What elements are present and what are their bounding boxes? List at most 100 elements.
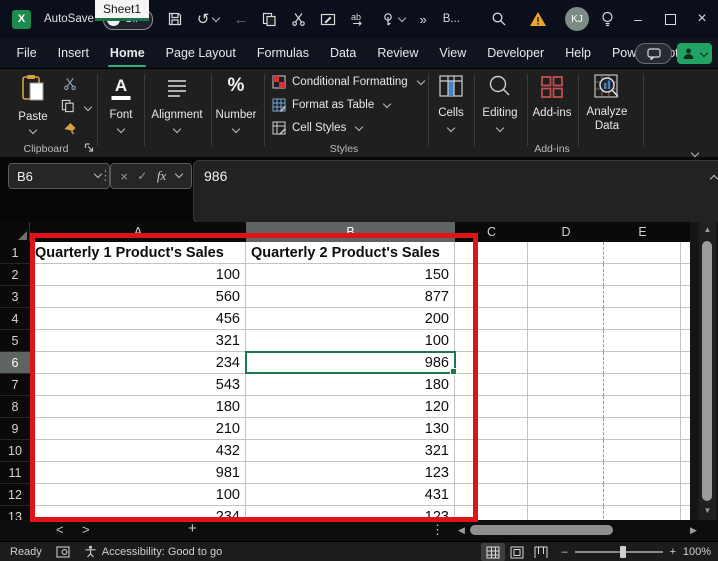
addins-button[interactable] xyxy=(540,75,564,99)
row-header[interactable]: 4 xyxy=(0,308,30,330)
row-header[interactable]: 6 xyxy=(0,352,30,374)
clipboard-dialog-launcher[interactable] xyxy=(85,143,94,152)
prev-sheet-button[interactable]: < xyxy=(56,522,64,537)
row-header[interactable]: 12 xyxy=(0,484,30,506)
cell-e[interactable] xyxy=(604,374,681,396)
cell-f[interactable] xyxy=(681,484,690,506)
tab-insert[interactable]: Insert xyxy=(47,38,99,68)
column-header-d[interactable]: D xyxy=(528,222,605,242)
cell-e[interactable] xyxy=(604,308,681,330)
cell-d[interactable] xyxy=(528,440,604,462)
cell-d[interactable] xyxy=(528,374,604,396)
format-as-table-button[interactable]: Format as Table xyxy=(272,98,390,112)
tab-data[interactable]: Data xyxy=(319,38,366,68)
editing-group-button[interactable] xyxy=(488,74,512,98)
cancel-button[interactable]: × xyxy=(120,169,128,184)
zoom-out-button[interactable]: – xyxy=(561,546,567,558)
hscroll-right-arrow-icon[interactable]: ▶ xyxy=(690,525,697,536)
horizontal-scrollbar-thumb[interactable] xyxy=(470,525,613,535)
select-all-corner[interactable] xyxy=(0,222,30,242)
cell-styles-button[interactable]: Cell Styles xyxy=(272,121,362,135)
scroll-up-arrow-icon[interactable]: ▲ xyxy=(699,225,716,234)
normal-view-button[interactable] xyxy=(481,543,505,561)
paste-button[interactable] xyxy=(20,74,46,104)
cell-d[interactable] xyxy=(528,352,604,374)
collapse-ribbon-chevron-icon[interactable] xyxy=(691,149,699,157)
cell-d[interactable] xyxy=(528,330,604,352)
row-header[interactable]: 10 xyxy=(0,440,30,462)
cell-e[interactable] xyxy=(604,264,681,286)
row-header[interactable]: 13 xyxy=(0,506,30,520)
row-header[interactable]: 3 xyxy=(0,286,30,308)
cell-f[interactable] xyxy=(681,440,690,462)
translate-button[interactable]: ab xyxy=(350,11,367,27)
cell-e[interactable] xyxy=(604,506,681,520)
enter-button[interactable]: ✓ xyxy=(137,169,147,183)
minimize-button[interactable]: – xyxy=(622,0,654,38)
cell-d[interactable] xyxy=(528,242,604,264)
tab-home[interactable]: Home xyxy=(99,38,155,68)
row-header[interactable]: 1 xyxy=(0,242,30,264)
cell-e[interactable] xyxy=(604,286,681,308)
cell-d[interactable] xyxy=(528,308,604,330)
insert-function-button[interactable]: fx xyxy=(157,168,166,184)
cell-e[interactable] xyxy=(604,462,681,484)
quick-access-more-button[interactable]: » xyxy=(419,13,426,26)
maximize-button[interactable] xyxy=(654,0,686,38)
tab-formulas[interactable]: Formulas xyxy=(246,38,319,68)
comments-button[interactable] xyxy=(635,43,672,64)
tab-file[interactable]: File xyxy=(6,38,47,68)
sheet-tab-sheet1[interactable]: Sheet1 xyxy=(95,0,149,21)
row-header[interactable]: 7 xyxy=(0,374,30,396)
conditional-formatting-button[interactable]: Conditional Formatting xyxy=(272,75,424,89)
cell-f[interactable] xyxy=(681,396,690,418)
save-button[interactable] xyxy=(167,11,183,27)
cell-e[interactable] xyxy=(604,242,681,264)
number-group-button[interactable]: % xyxy=(228,75,245,97)
cell-f[interactable] xyxy=(681,352,690,374)
draft-pen-button[interactable] xyxy=(320,12,336,27)
font-group-button[interactable]: A xyxy=(112,77,131,100)
cell-f[interactable] xyxy=(681,308,690,330)
row-header[interactable]: 8 xyxy=(0,396,30,418)
tab-developer[interactable]: Developer xyxy=(477,38,555,68)
cell-e[interactable] xyxy=(604,330,681,352)
tab-page-layout[interactable]: Page Layout xyxy=(155,38,246,68)
format-painter-button[interactable] xyxy=(63,121,78,136)
warning-button[interactable] xyxy=(529,11,547,27)
cell-e[interactable] xyxy=(604,418,681,440)
tab-view[interactable]: View xyxy=(429,38,477,68)
cut-button[interactable] xyxy=(291,12,306,27)
close-button[interactable]: × xyxy=(686,0,718,38)
cut-ribbon-button[interactable] xyxy=(63,77,77,91)
accessibility-status[interactable]: Accessibility: Good to go xyxy=(84,545,222,558)
search-button[interactable] xyxy=(491,11,507,27)
column-header-f-partial[interactable] xyxy=(681,222,690,242)
zoom-slider-thumb[interactable] xyxy=(620,546,626,558)
cell-d[interactable] xyxy=(528,286,604,308)
cell-e[interactable] xyxy=(604,440,681,462)
cell-d[interactable] xyxy=(528,264,604,286)
cell-f[interactable] xyxy=(681,286,690,308)
sheet-options-kebab-icon[interactable]: ⋮ xyxy=(431,522,444,538)
cell-f[interactable] xyxy=(681,242,690,264)
next-sheet-button[interactable]: > xyxy=(82,522,90,537)
formula-input[interactable]: 986 xyxy=(193,160,718,224)
tab-review[interactable]: Review xyxy=(367,38,429,68)
cell-d[interactable] xyxy=(528,462,604,484)
cell-f[interactable] xyxy=(681,264,690,286)
cell-f[interactable] xyxy=(681,506,690,520)
row-header[interactable]: 5 xyxy=(0,330,30,352)
collapse-formula-bar-chevron-icon[interactable] xyxy=(710,175,718,183)
cell-d[interactable] xyxy=(528,418,604,440)
cell-f[interactable] xyxy=(681,462,690,484)
column-header-e[interactable]: E xyxy=(604,222,682,242)
name-box[interactable]: B6 xyxy=(8,163,110,189)
annotation-rectangle[interactable] xyxy=(30,233,478,522)
share-button[interactable] xyxy=(677,43,712,64)
cell-f[interactable] xyxy=(681,418,690,440)
analyze-data-button[interactable] xyxy=(594,74,620,100)
alignment-group-button[interactable] xyxy=(167,79,187,97)
cell-d[interactable] xyxy=(528,396,604,418)
zoom-slider[interactable] xyxy=(575,551,663,553)
